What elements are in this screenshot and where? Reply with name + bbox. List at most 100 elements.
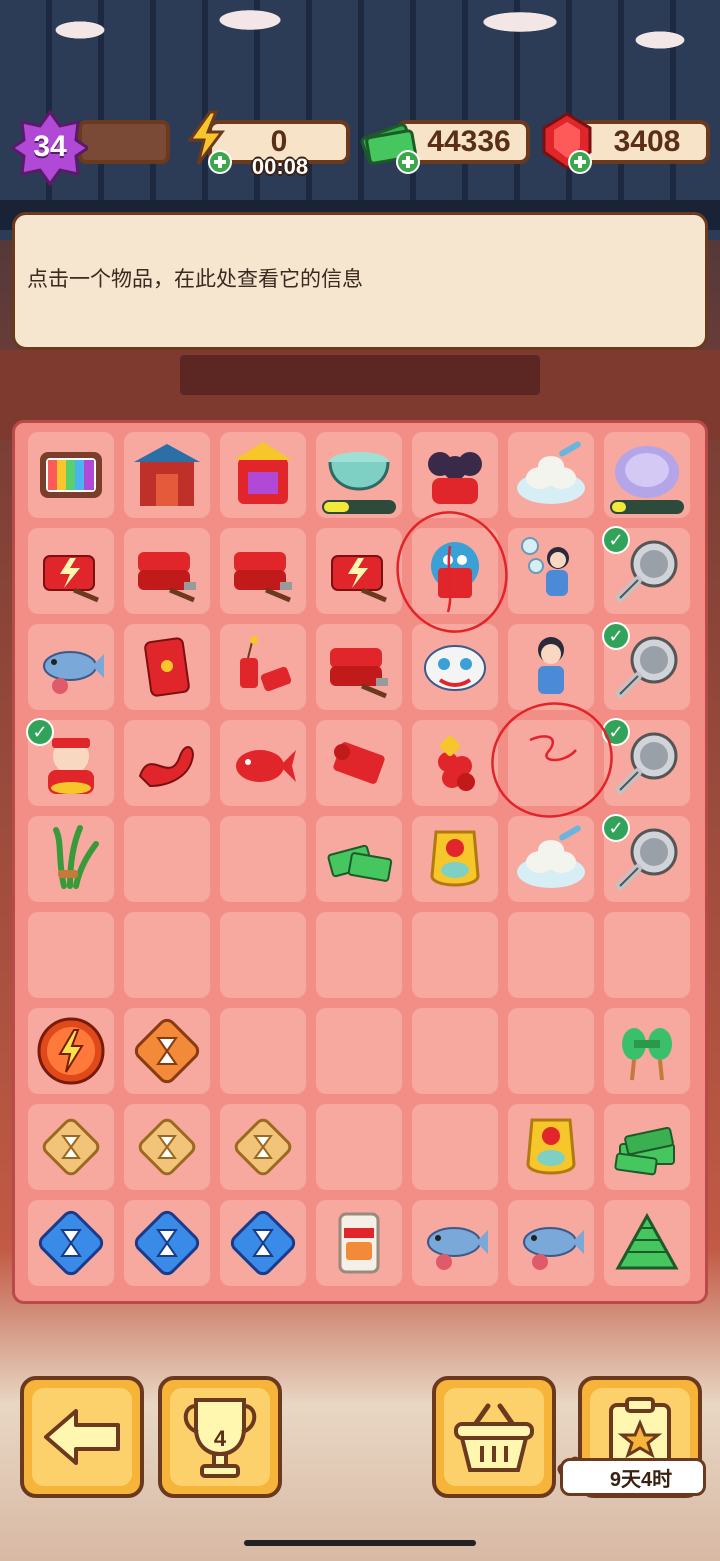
board-cell[interactable] <box>316 1008 402 1094</box>
golden-charm-icon[interactable] <box>418 822 492 896</box>
board-cell[interactable] <box>124 912 210 998</box>
trophy-button[interactable]: 4 <box>158 1376 282 1498</box>
tv-icon[interactable] <box>34 438 108 512</box>
lion-dance-icon[interactable] <box>418 534 492 608</box>
board-cell[interactable] <box>412 1008 498 1094</box>
board-cell[interactable]: ✓ <box>26 718 114 806</box>
board-cell[interactable] <box>28 432 114 518</box>
board-cell[interactable] <box>28 1008 114 1094</box>
board-cell[interactable] <box>28 1200 114 1286</box>
board-cell[interactable] <box>124 720 210 806</box>
board-cell[interactable] <box>220 720 306 806</box>
fish-icon[interactable] <box>418 1206 492 1280</box>
board-cell[interactable] <box>124 1200 210 1286</box>
board-cell[interactable] <box>316 720 402 806</box>
board-cell[interactable] <box>412 816 498 902</box>
gem-counter[interactable]: 3408 <box>576 120 710 164</box>
board-cell[interactable] <box>412 912 498 998</box>
board-cell[interactable] <box>124 528 210 614</box>
board-cell[interactable]: ✓ <box>602 718 690 806</box>
board-cell[interactable] <box>412 624 498 710</box>
board-cell[interactable] <box>412 1104 498 1190</box>
board-cell[interactable] <box>508 816 594 902</box>
board-cell[interactable] <box>604 432 690 518</box>
hourglass-gold-icon[interactable] <box>34 1110 108 1184</box>
board-cell[interactable] <box>412 432 498 518</box>
board-cell[interactable] <box>412 720 498 806</box>
hourglass-blue-icon[interactable] <box>34 1206 108 1280</box>
board-cell[interactable] <box>220 912 306 998</box>
juggler-girl-icon[interactable] <box>514 534 588 608</box>
dancers-icon[interactable] <box>418 438 492 512</box>
board-cell[interactable] <box>316 528 402 614</box>
board-cell[interactable] <box>124 624 210 710</box>
hourglass-gold-icon[interactable] <box>226 1110 300 1184</box>
board-cell[interactable] <box>220 1200 306 1286</box>
cash-stack-icon[interactable] <box>322 822 396 896</box>
board-cell[interactable] <box>28 528 114 614</box>
board-cell[interactable] <box>508 912 594 998</box>
dumplings-icon[interactable] <box>514 822 588 896</box>
board-cell[interactable] <box>508 624 594 710</box>
firecracker-box-icon[interactable] <box>130 534 204 608</box>
cash-heap-icon[interactable] <box>610 1206 684 1280</box>
board-cell[interactable] <box>412 528 498 614</box>
board-cell[interactable] <box>508 720 594 806</box>
add-cash-icon[interactable] <box>396 150 420 174</box>
energy-orb-icon[interactable] <box>34 1014 108 1088</box>
board-cell[interactable] <box>508 1104 594 1190</box>
board-cell[interactable] <box>220 624 306 710</box>
fish-icon[interactable] <box>34 630 108 704</box>
hourglass-blue-icon[interactable] <box>130 1206 204 1280</box>
board-cell[interactable] <box>508 1200 594 1286</box>
board-cell[interactable] <box>220 1008 306 1094</box>
firecracker-box-icon[interactable] <box>226 534 300 608</box>
board-cell[interactable] <box>316 432 402 518</box>
golden-shrine-icon[interactable] <box>226 438 300 512</box>
board-cell[interactable] <box>412 1200 498 1286</box>
energy-chest-icon[interactable] <box>34 534 108 608</box>
board-cell[interactable] <box>316 1104 402 1190</box>
board-cell[interactable] <box>28 624 114 710</box>
board-cell[interactable] <box>124 1008 210 1094</box>
red-fish-icon[interactable] <box>226 726 300 800</box>
firecracker-bundle-icon[interactable] <box>418 726 492 800</box>
green-rattle-icon[interactable] <box>610 1014 684 1088</box>
add-energy-icon[interactable] <box>208 150 232 174</box>
board-cell[interactable] <box>124 1104 210 1190</box>
board-cell[interactable] <box>604 1008 690 1094</box>
board-cell[interactable] <box>124 432 210 518</box>
fish-icon[interactable] <box>514 1206 588 1280</box>
board-cell[interactable] <box>124 816 210 902</box>
girl-icon[interactable] <box>514 630 588 704</box>
hourglass-blue-icon[interactable] <box>226 1206 300 1280</box>
board-cell[interactable] <box>220 816 306 902</box>
golden-charm-icon[interactable] <box>514 1110 588 1184</box>
board-cell[interactable]: ✓ <box>602 622 690 710</box>
board-cell[interactable] <box>604 1104 690 1190</box>
board-cell[interactable] <box>508 432 594 518</box>
snack-bag-icon[interactable] <box>322 1206 396 1280</box>
hourglass-orange-icon[interactable] <box>130 1014 204 1088</box>
firecracker-box-icon[interactable] <box>322 630 396 704</box>
board-cell[interactable] <box>604 912 690 998</box>
board-cell[interactable]: ✓ <box>602 526 690 614</box>
red-envelope-icon[interactable] <box>130 630 204 704</box>
greens-icon[interactable] <box>34 822 108 896</box>
board-cell[interactable]: ✓ <box>602 814 690 902</box>
home-indicator[interactable] <box>244 1540 476 1546</box>
board-cell[interactable] <box>220 432 306 518</box>
board-cell[interactable] <box>508 528 594 614</box>
board-cell[interactable] <box>220 1104 306 1190</box>
red-dragon-icon[interactable] <box>130 726 204 800</box>
add-gems-icon[interactable] <box>568 150 592 174</box>
lion-head-icon[interactable] <box>418 630 492 704</box>
board-cell[interactable] <box>316 912 402 998</box>
board-cell[interactable] <box>220 528 306 614</box>
board-cell[interactable] <box>28 816 114 902</box>
firecrackers-icon[interactable] <box>226 630 300 704</box>
basket-button[interactable] <box>432 1376 556 1498</box>
energy-chest-icon[interactable] <box>322 534 396 608</box>
board-cell[interactable] <box>316 1200 402 1286</box>
board-cell[interactable] <box>28 1104 114 1190</box>
